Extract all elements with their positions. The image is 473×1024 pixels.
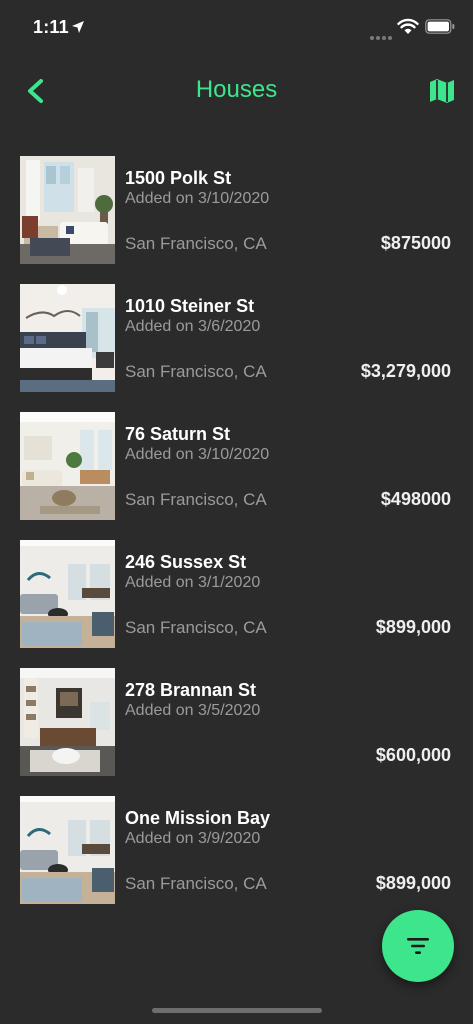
added-date: Added on 3/6/2020: [125, 318, 261, 335]
battery-icon: [425, 19, 455, 34]
added-date: Added on 3/5/2020: [125, 702, 261, 719]
added-date: Added on 3/10/2020: [125, 446, 270, 463]
house-row[interactable]: 278 Brannan St Added on 3/5/2020 $600,00…: [0, 662, 473, 790]
house-row[interactable]: One Mission Bay Added on 3/9/2020 San Fr…: [0, 790, 473, 918]
house-address: One Mission Bay: [125, 808, 271, 828]
house-row[interactable]: 1500 Polk St Added on 3/10/2020 San Fran…: [0, 150, 473, 278]
house-city: San Francisco, CA: [125, 618, 267, 637]
house-city: San Francisco, CA: [125, 490, 267, 509]
house-address: 1010 Steiner St: [125, 296, 255, 316]
map-icon[interactable]: [428, 77, 456, 105]
filter-icon: [407, 938, 429, 954]
house-photo: [20, 284, 115, 392]
added-date: Added on 3/1/2020: [125, 574, 261, 591]
home-indicator[interactable]: [152, 1008, 322, 1013]
wifi-icon: [397, 18, 419, 34]
added-date: Added on 3/10/2020: [125, 190, 270, 207]
house-photo: [20, 796, 115, 904]
house-city: San Francisco, CA: [125, 874, 267, 893]
house-address: 1500 Polk St: [125, 168, 232, 188]
house-row[interactable]: 246 Sussex St Added on 3/1/2020 San Fran…: [0, 534, 473, 662]
location-arrow-icon: [72, 21, 84, 33]
house-row[interactable]: 1010 Steiner St Added on 3/6/2020 San Fr…: [0, 278, 473, 406]
houses-screen: 1:11 Houses 1500 Polk St Added on 3/10/2…: [0, 0, 473, 1024]
house-price: $3,279,000: [360, 361, 451, 381]
house-row[interactable]: 76 Saturn St Added on 3/10/2020 San Fran…: [0, 406, 473, 534]
status-time: 1:11: [33, 17, 69, 37]
house-price: $600,000: [375, 745, 451, 765]
house-address: 278 Brannan St: [125, 680, 257, 700]
added-date: Added on 3/9/2020: [125, 830, 261, 847]
house-address: 246 Sussex St: [125, 552, 247, 572]
status-bar: 1:11: [0, 0, 473, 56]
house-address: 76 Saturn St: [125, 424, 231, 444]
house-photo: [20, 412, 115, 520]
house-photo: [20, 156, 115, 264]
house-photo: [20, 540, 115, 648]
cellular-signal-icon: [370, 27, 394, 45]
house-city: San Francisco, CA: [125, 362, 267, 381]
house-city: San Francisco, CA: [125, 234, 267, 253]
house-price: $899,000: [375, 617, 451, 637]
page-title: Houses: [195, 76, 278, 103]
house-price: $875000: [380, 233, 451, 253]
filter-button[interactable]: [382, 910, 454, 982]
navigation-bar: Houses: [0, 60, 473, 122]
house-price: $498000: [380, 489, 451, 509]
house-list: 1500 Polk St Added on 3/10/2020 San Fran…: [0, 150, 473, 918]
house-price: $899,000: [375, 873, 451, 893]
house-photo: [20, 668, 115, 776]
